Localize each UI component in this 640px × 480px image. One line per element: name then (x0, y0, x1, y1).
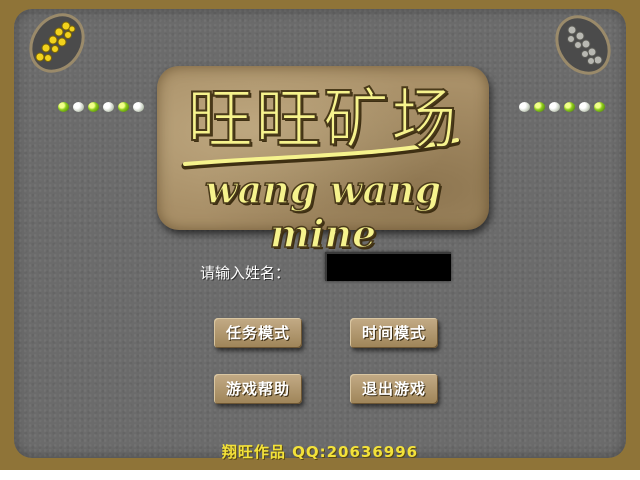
green-pearl-icon (534, 102, 545, 112)
white-pearl-icon (133, 102, 144, 112)
gold-nuggets-icon (29, 13, 85, 73)
task-mode-button[interactable]: 任务模式 (214, 318, 302, 348)
logo-title-english: wang wang mine (204, 167, 442, 257)
logo-title-chinese: 旺旺矿场 (186, 81, 459, 159)
game-logo: 旺旺矿场 wang wang mine (157, 66, 489, 256)
green-pearl-icon (594, 102, 605, 112)
white-pearl-icon (579, 102, 590, 112)
decorative-dots-right (519, 102, 605, 112)
silver-ore-icon (555, 15, 611, 75)
green-pearl-icon (58, 102, 69, 112)
green-pearl-icon (564, 102, 575, 112)
time-mode-button[interactable]: 时间模式 (350, 318, 438, 348)
name-input[interactable] (325, 252, 451, 281)
game-help-button[interactable]: 游戏帮助 (214, 374, 302, 404)
name-label: 请输入姓名： (200, 264, 291, 282)
white-pearl-icon (73, 102, 84, 112)
footer-credit: 翔旺作品 QQ:20636996 (221, 443, 419, 461)
white-pearl-icon (103, 102, 114, 112)
decorative-dots-left (58, 102, 144, 112)
green-pearl-icon (118, 102, 129, 112)
white-pearl-icon (549, 102, 560, 112)
quit-game-button[interactable]: 退出游戏 (350, 374, 438, 404)
window-frame: 旺旺矿场 wang wang mine 请输入姓名： 任务模式 时间模式 游戏帮… (0, 0, 640, 470)
white-pearl-icon (519, 102, 530, 112)
green-pearl-icon (88, 102, 99, 112)
